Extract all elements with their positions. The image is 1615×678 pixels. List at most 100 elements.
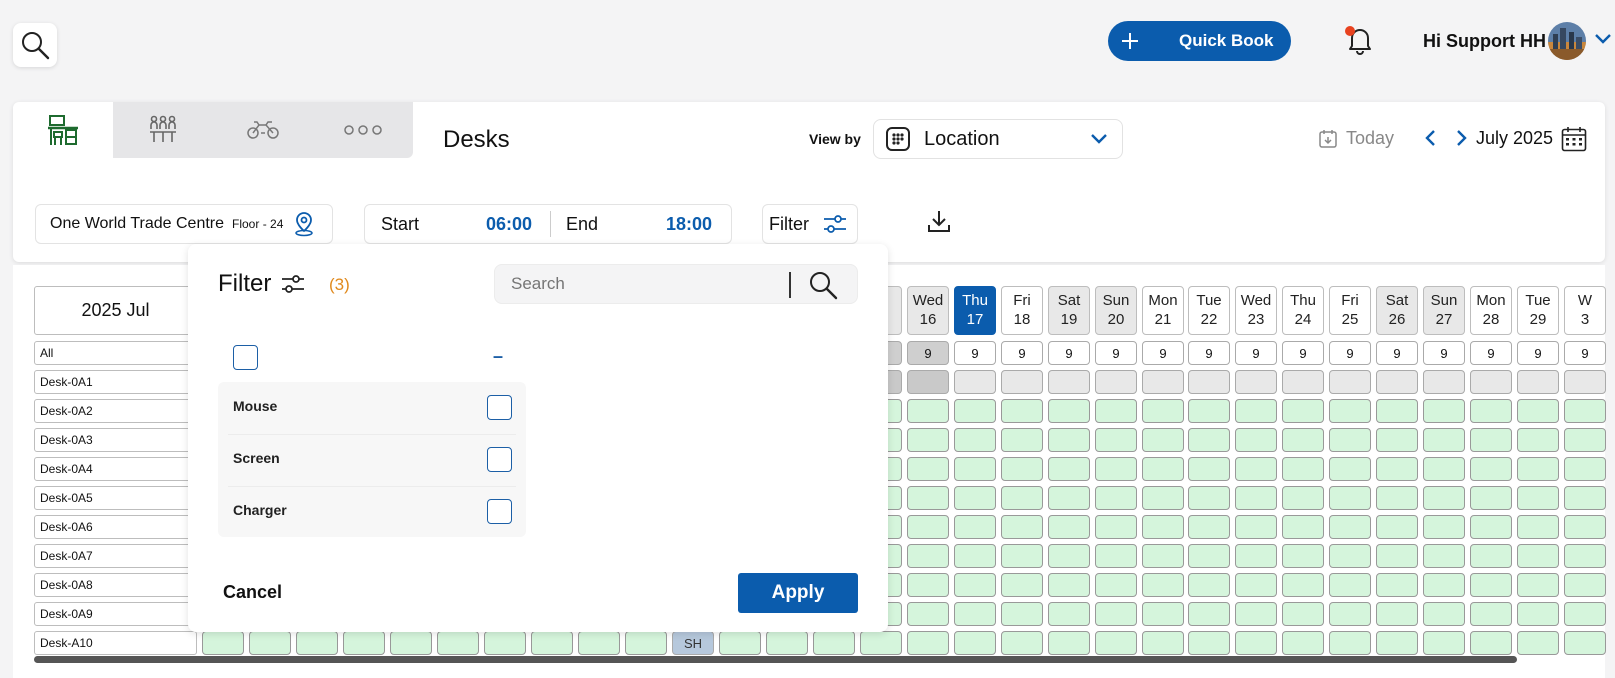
available-cell[interactable]	[1048, 428, 1090, 452]
filter-option-checkbox[interactable]	[487, 499, 512, 524]
available-cell[interactable]	[1329, 544, 1371, 568]
available-cell[interactable]	[1142, 428, 1184, 452]
available-cell[interactable]	[954, 399, 996, 423]
search-icon[interactable]	[808, 270, 838, 300]
available-cell[interactable]	[1564, 544, 1606, 568]
available-cell[interactable]	[1048, 457, 1090, 481]
available-cell[interactable]	[907, 602, 949, 626]
available-cell[interactable]	[1376, 486, 1418, 510]
available-cell[interactable]	[1142, 544, 1184, 568]
available-cell[interactable]	[907, 631, 949, 655]
available-cell[interactable]	[954, 631, 996, 655]
end-time[interactable]: 18:00	[666, 214, 712, 235]
available-cell[interactable]	[1142, 515, 1184, 539]
available-cell[interactable]	[1517, 631, 1559, 655]
available-cell[interactable]	[907, 544, 949, 568]
available-cell[interactable]	[531, 631, 573, 655]
available-cell[interactable]	[1188, 399, 1230, 423]
available-cell[interactable]	[1470, 515, 1512, 539]
available-cell[interactable]	[1235, 428, 1277, 452]
available-cell[interactable]	[1329, 631, 1371, 655]
available-cell[interactable]	[1282, 631, 1324, 655]
available-cell[interactable]	[1235, 573, 1277, 597]
tab-parking[interactable]	[213, 102, 313, 158]
available-cell[interactable]	[1470, 486, 1512, 510]
global-search-button[interactable]	[13, 23, 57, 67]
available-cell[interactable]	[1423, 573, 1465, 597]
available-cell[interactable]	[1095, 486, 1137, 510]
filter-option-checkbox[interactable]	[487, 395, 512, 420]
collapse-indicator[interactable]: –	[493, 346, 503, 367]
available-cell[interactable]	[1564, 457, 1606, 481]
available-cell[interactable]	[907, 486, 949, 510]
available-cell[interactable]	[1001, 602, 1043, 626]
available-cell[interactable]	[1564, 486, 1606, 510]
available-cell[interactable]	[1470, 428, 1512, 452]
available-cell[interactable]	[1142, 573, 1184, 597]
month-picker-button[interactable]	[1561, 126, 1587, 152]
available-cell[interactable]	[1329, 573, 1371, 597]
available-cell[interactable]	[1376, 399, 1418, 423]
available-cell[interactable]	[1564, 515, 1606, 539]
available-cell[interactable]	[1235, 515, 1277, 539]
available-cell[interactable]	[1517, 515, 1559, 539]
available-cell[interactable]	[1048, 602, 1090, 626]
available-cell[interactable]	[954, 602, 996, 626]
available-cell[interactable]	[1142, 631, 1184, 655]
available-cell[interactable]	[1517, 457, 1559, 481]
available-cell[interactable]	[1095, 631, 1137, 655]
available-cell[interactable]	[1188, 457, 1230, 481]
user-menu-chevron[interactable]	[1594, 33, 1612, 45]
available-cell[interactable]	[249, 631, 291, 655]
available-cell[interactable]	[954, 428, 996, 452]
available-cell[interactable]	[390, 631, 432, 655]
available-cell[interactable]	[1282, 428, 1324, 452]
available-cell[interactable]	[1329, 428, 1371, 452]
available-cell[interactable]	[1001, 399, 1043, 423]
available-cell[interactable]	[1188, 602, 1230, 626]
available-cell[interactable]	[1564, 631, 1606, 655]
booked-cell[interactable]: SH	[672, 631, 714, 655]
next-month-button[interactable]	[1456, 129, 1468, 147]
today-button[interactable]: Today	[1318, 128, 1394, 149]
available-cell[interactable]	[1282, 573, 1324, 597]
available-cell[interactable]	[1282, 486, 1324, 510]
available-cell[interactable]	[860, 631, 902, 655]
available-cell[interactable]	[1517, 399, 1559, 423]
available-cell[interactable]	[1048, 399, 1090, 423]
available-cell[interactable]	[1282, 602, 1324, 626]
available-cell[interactable]	[1095, 515, 1137, 539]
available-cell[interactable]	[296, 631, 338, 655]
tab-meeting-rooms[interactable]	[113, 102, 213, 158]
location-selector[interactable]: One World Trade Centre Floor - 24	[35, 204, 333, 244]
available-cell[interactable]	[1423, 486, 1465, 510]
available-cell[interactable]	[1517, 602, 1559, 626]
available-cell[interactable]	[1048, 631, 1090, 655]
available-cell[interactable]	[1001, 631, 1043, 655]
available-cell[interactable]	[1376, 515, 1418, 539]
available-cell[interactable]	[1329, 602, 1371, 626]
filter-search-input[interactable]	[511, 265, 771, 303]
available-cell[interactable]	[1188, 544, 1230, 568]
available-cell[interactable]	[1235, 486, 1277, 510]
available-cell[interactable]	[578, 631, 620, 655]
start-time[interactable]: 06:00	[486, 214, 550, 235]
available-cell[interactable]	[813, 631, 855, 655]
available-cell[interactable]	[1188, 428, 1230, 452]
available-cell[interactable]	[1470, 399, 1512, 423]
available-cell[interactable]	[1470, 457, 1512, 481]
available-cell[interactable]	[1423, 631, 1465, 655]
available-cell[interactable]	[484, 631, 526, 655]
available-cell[interactable]	[1235, 602, 1277, 626]
available-cell[interactable]	[1001, 486, 1043, 510]
available-cell[interactable]	[1188, 486, 1230, 510]
available-cell[interactable]	[1470, 573, 1512, 597]
available-cell[interactable]	[1376, 573, 1418, 597]
available-cell[interactable]	[1470, 631, 1512, 655]
available-cell[interactable]	[1001, 573, 1043, 597]
available-cell[interactable]	[1376, 428, 1418, 452]
available-cell[interactable]	[907, 515, 949, 539]
available-cell[interactable]	[1235, 544, 1277, 568]
available-cell[interactable]	[954, 515, 996, 539]
tab-desks[interactable]	[13, 102, 113, 158]
